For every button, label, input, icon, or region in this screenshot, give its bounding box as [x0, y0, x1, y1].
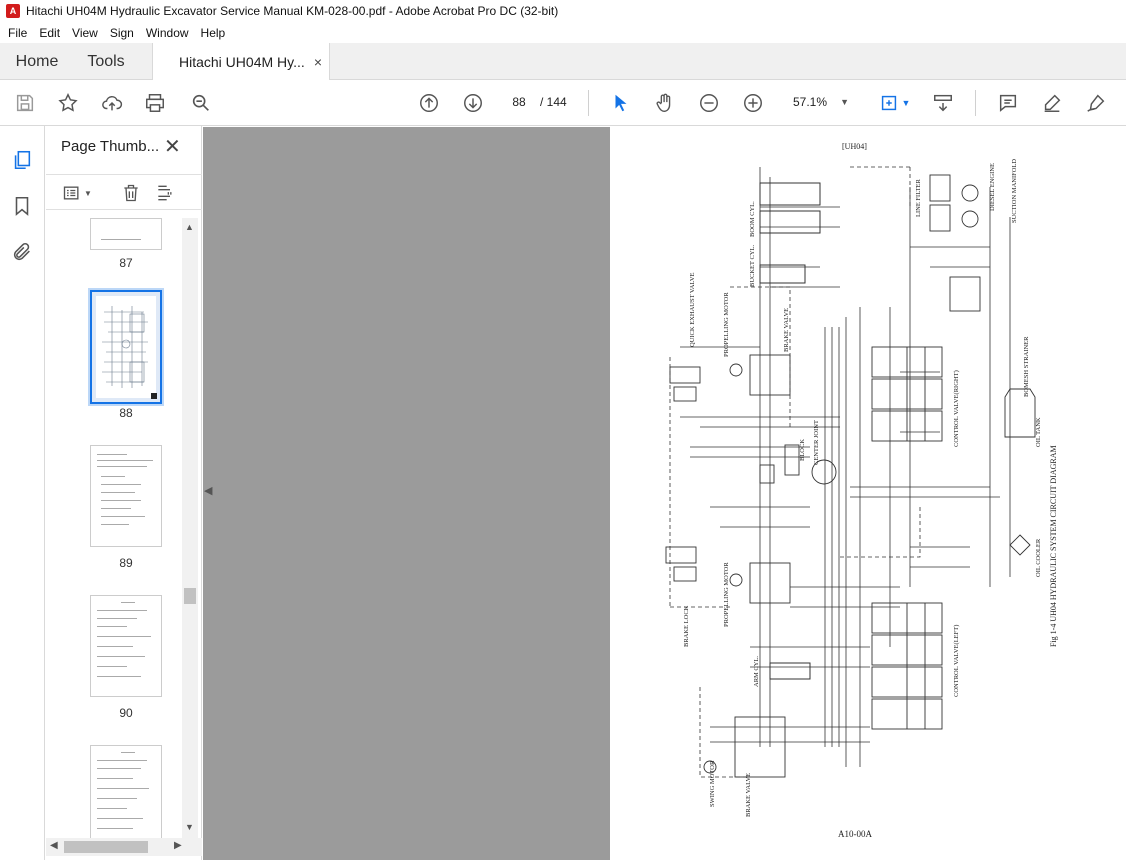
close-panel-icon[interactable]: ✕	[164, 134, 181, 159]
diagram-label: QUICK EXHAUST VALVE	[689, 272, 696, 347]
close-tab-icon[interactable]: ×	[314, 54, 322, 70]
scroll-right-icon[interactable]: ▶	[174, 840, 182, 851]
next-page-icon[interactable]	[461, 91, 485, 115]
thumbnail-options-icon[interactable]: ▼	[60, 181, 94, 205]
diagram-footer: A10-00A	[838, 829, 872, 839]
toolbar-divider	[588, 90, 589, 116]
page-thumbnails-icon[interactable]	[10, 148, 34, 172]
fit-dropdown-icon[interactable]: ▼	[900, 91, 912, 115]
menu-help[interactable]: Help	[195, 26, 232, 40]
diagram-label: SWING MOTOR	[709, 760, 716, 807]
diagram-label: PROPELLING MOTOR	[723, 292, 730, 357]
menu-view[interactable]: View	[66, 26, 104, 40]
diagram-label: SUCTION MANIFOLD	[1011, 159, 1018, 223]
diagram-label: BRAKE VALVE	[745, 773, 752, 817]
menu-edit[interactable]: Edit	[33, 26, 66, 40]
tab-bar: Home Tools Hitachi UH04M Hy... ×	[0, 43, 1126, 81]
extract-pages-icon[interactable]	[153, 181, 177, 205]
diagram-label: BOOM CYL.	[749, 201, 756, 237]
zoom-in-icon[interactable]	[741, 91, 765, 115]
page-thumbnails-panel: Page Thumb... ✕ ▼ 87 88 89 90 ▲ ▼ ◀ ▶	[46, 126, 202, 860]
left-rail	[0, 126, 45, 860]
thumbnail-list: 87 88 89 90	[46, 218, 182, 838]
scrollbar-thumb[interactable]	[184, 588, 196, 604]
thumbnail-hscrollbar[interactable]: ◀ ▶	[46, 838, 202, 856]
thumbnail-label: 88	[119, 406, 133, 420]
page-total: / 144	[540, 95, 567, 109]
menu-sign[interactable]: Sign	[104, 26, 140, 40]
zoom-value: 57.1%	[793, 95, 828, 109]
thumbnail-label: 90	[119, 706, 133, 720]
tab-document[interactable]: Hitachi UH04M Hy... ×	[152, 43, 330, 81]
diagram-label: CONTROL VALVE(LEFT)	[953, 625, 960, 697]
highlight-pen-icon[interactable]	[1040, 91, 1064, 115]
attachments-icon[interactable]	[10, 240, 34, 264]
diagram-label: PROPELLING MOTOR	[723, 562, 730, 627]
diagram-label: BRAKE VALVE	[783, 308, 790, 352]
prev-page-icon[interactable]	[417, 91, 441, 115]
bookmark-star-icon[interactable]	[56, 91, 80, 115]
thumbnail-label: 87	[119, 256, 133, 270]
window-title: Hitachi UH04M Hydraulic Excavator Servic…	[26, 4, 559, 18]
diagram-label: OIL COOLER	[1035, 538, 1042, 577]
upload-cloud-icon[interactable]	[100, 91, 124, 115]
hscrollbar-thumb[interactable]	[64, 841, 148, 853]
fit-page-icon[interactable]	[877, 91, 901, 115]
zoom-out-icon[interactable]	[697, 91, 721, 115]
scroll-down-icon[interactable]: ▼	[185, 822, 194, 832]
zoom-search-icon[interactable]	[189, 91, 213, 115]
scroll-left-icon[interactable]: ◀	[50, 840, 58, 851]
thumbnail-page-selected[interactable]	[88, 288, 164, 406]
zoom-select[interactable]: 57.1% ▼	[785, 91, 855, 113]
zoom-dropdown-icon: ▼	[840, 97, 849, 107]
print-icon[interactable]	[143, 91, 167, 115]
menu-window[interactable]: Window	[140, 26, 195, 40]
hydraulic-circuit-diagram: [UH04] A10-00A Fig 1-4 UH04 HYDRAULIC SY…	[665, 142, 1058, 839]
panel-title: Page Thumb...	[61, 138, 160, 155]
comment-icon[interactable]	[996, 91, 1020, 115]
tab-home[interactable]: Home	[0, 43, 74, 80]
title-bar: A Hitachi UH04M Hydraulic Excavator Serv…	[0, 0, 1126, 22]
diagram-label: BRAKE LOCK	[683, 605, 690, 647]
toolbar-divider	[975, 90, 976, 116]
diagram-label: CONTROL VALVE(RIGHT)	[953, 370, 960, 447]
bookmarks-icon[interactable]	[10, 194, 34, 218]
hand-tool-icon[interactable]	[653, 91, 677, 115]
sign-pen-icon[interactable]	[1084, 91, 1108, 115]
page-number-input[interactable]: 88	[504, 91, 534, 113]
select-cursor-icon[interactable]	[609, 91, 633, 115]
thumbnail-label: 89	[119, 556, 133, 570]
save-icon[interactable]	[13, 91, 37, 115]
thumbnail-page[interactable]	[90, 445, 162, 547]
diagram-header: [UH04]	[842, 142, 867, 151]
thumbnail-page[interactable]	[90, 595, 162, 697]
tab-tools[interactable]: Tools	[74, 43, 138, 80]
thumbnail-page[interactable]	[90, 745, 162, 838]
diagram-label: BUCKET CYL.	[749, 244, 756, 287]
scroll-up-icon[interactable]: ▲	[185, 222, 194, 232]
thumbnail-page[interactable]	[90, 218, 162, 250]
diagram-label: BOMESH STRAINER	[1023, 336, 1030, 397]
acrobat-icon: A	[6, 4, 20, 18]
diagram-label: LINE FILTER	[915, 178, 922, 217]
thumbnail-scrollbar[interactable]: ▲ ▼	[182, 218, 198, 838]
diagram-label: ARM CYL.	[753, 656, 760, 687]
collapse-panel-icon[interactable]: ◀	[204, 484, 212, 497]
panel-toolbar: ▼	[46, 174, 202, 210]
menu-bar: File Edit View Sign Window Help	[0, 22, 1126, 43]
tab-document-label: Hitachi UH04M Hy...	[179, 54, 305, 70]
diagram-label: CENTER JOINT	[813, 420, 820, 465]
diagram-caption: Fig 1-4 UH04 HYDRAULIC SYSTEM CIRCUIT DI…	[1049, 445, 1058, 647]
delete-page-icon[interactable]	[119, 181, 143, 205]
read-mode-icon[interactable]	[931, 91, 955, 115]
diagram-label: DIESEL ENGINE	[989, 163, 996, 211]
diagram-label: BLOCK	[799, 439, 806, 461]
diagram-label: OIL TANK	[1035, 417, 1042, 447]
menu-file[interactable]: File	[2, 26, 33, 40]
